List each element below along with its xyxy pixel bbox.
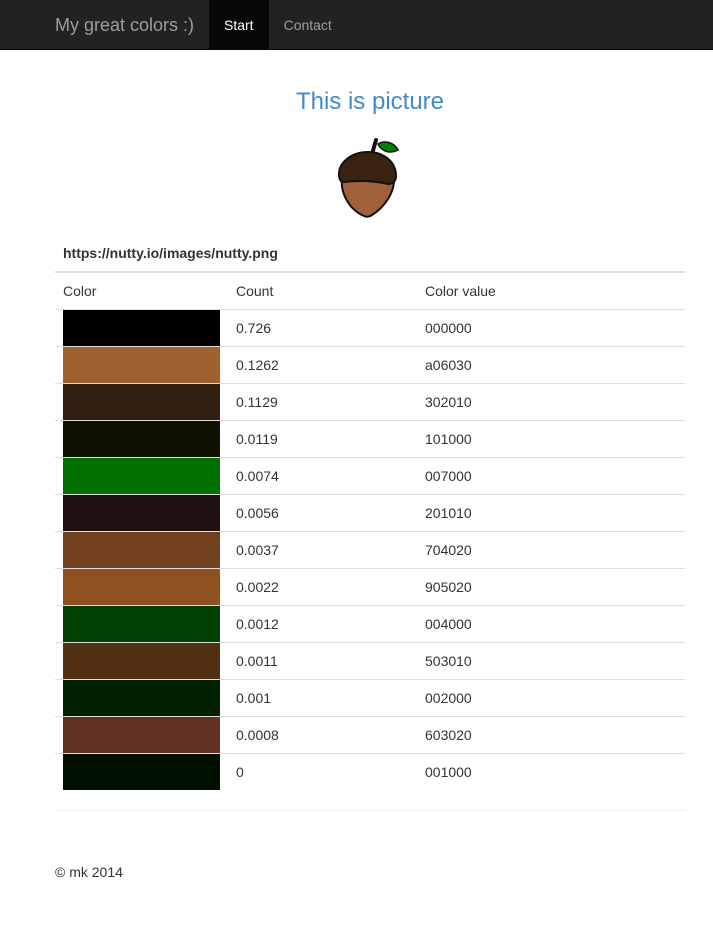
color-cell (55, 309, 228, 347)
color-cell (55, 568, 228, 606)
color-cell (55, 716, 228, 754)
color-swatch (63, 679, 220, 716)
color-swatch (63, 383, 220, 420)
color-cell (55, 420, 228, 458)
table-row: 0.0008 603020 (55, 716, 685, 754)
count-cell: 0.1129 (228, 383, 417, 421)
color-value-cell: 002000 (417, 679, 685, 717)
color-cell (55, 531, 228, 569)
nav-item-contact[interactable]: Contact (269, 0, 347, 50)
color-table-container: https://nutty.io/images/nutty.png Color … (55, 235, 685, 790)
column-header-color: Color (55, 272, 228, 310)
image-url: https://nutty.io/images/nutty.png (55, 235, 685, 273)
count-cell: 0.0119 (228, 420, 417, 458)
table-row: 0.1129 302010 (55, 383, 685, 421)
table-row: 0.0037 704020 (55, 531, 685, 569)
color-swatch (63, 494, 220, 531)
count-cell: 0.0011 (228, 642, 417, 680)
nav-item-start[interactable]: Start (209, 0, 269, 50)
count-cell: 0.0037 (228, 531, 417, 569)
color-value-cell: 603020 (417, 716, 685, 754)
color-value-cell: 004000 (417, 605, 685, 643)
color-swatch (63, 716, 220, 753)
count-cell: 0.726 (228, 309, 417, 347)
count-cell: 0.0022 (228, 568, 417, 606)
table-row: 0 001000 (55, 753, 685, 790)
top-navbar: My great colors :) Start Contact (0, 0, 713, 50)
table-row: 0.0012 004000 (55, 605, 685, 643)
table-row: 0.0074 007000 (55, 457, 685, 495)
color-swatch (63, 457, 220, 494)
color-cell (55, 494, 228, 532)
acorn-icon (337, 138, 400, 218)
acorn-leaf (377, 141, 400, 153)
column-header-count: Count (228, 272, 417, 310)
count-cell: 0.001 (228, 679, 417, 717)
color-value-cell: a06030 (417, 346, 685, 384)
count-cell: 0.0074 (228, 457, 417, 495)
count-cell: 0 (236, 763, 244, 780)
brand-link[interactable]: My great colors :) (55, 0, 194, 50)
footer-text: © mk 2014 (55, 864, 123, 880)
footer-divider (55, 810, 685, 811)
color-cell (55, 605, 228, 643)
color-value-cell: 503010 (417, 642, 685, 680)
count-cell: 0.0056 (228, 494, 417, 532)
color-table: https://nutty.io/images/nutty.png Color … (55, 235, 685, 790)
table-row: 0.0022 905020 (55, 568, 685, 606)
color-swatch (63, 753, 220, 790)
color-value-cell: 704020 (417, 531, 685, 569)
color-swatch (63, 420, 220, 457)
column-header-color-value: Color value (417, 272, 685, 310)
color-swatch (63, 346, 220, 383)
color-value-cell: 101000 (417, 420, 685, 458)
page-title: This is picture (295, 88, 445, 115)
table-row: 0.726 000000 (55, 309, 685, 347)
color-cell (55, 346, 228, 384)
color-table-body: 0.726 000000 0.1262 a06030 0.1129 302010 0.011… (55, 309, 685, 790)
count-cell: 0.0012 (228, 605, 417, 643)
nav-menu: Start Contact (209, 0, 347, 50)
color-cell (55, 457, 228, 495)
count-cell: 0.1262 (228, 346, 417, 384)
color-swatch (63, 605, 220, 642)
table-row: 0.0056 201010 (55, 494, 685, 532)
color-value-cell: 007000 (417, 457, 685, 495)
color-swatch (63, 568, 220, 605)
color-value-cell: 201010 (417, 494, 685, 532)
table-row: 0.1262 a06030 (55, 346, 685, 384)
table-row: 0.0011 503010 (55, 642, 685, 680)
count-cell: 0.0008 (228, 716, 417, 754)
table-row: 0.001 002000 (55, 679, 685, 717)
color-swatch (63, 531, 220, 568)
color-cell (55, 753, 228, 790)
color-cell (55, 383, 228, 421)
color-value-cell: 000000 (417, 309, 685, 347)
color-swatch (63, 642, 220, 679)
table-row: 0.0119 101000 (55, 420, 685, 458)
color-cell (55, 679, 228, 717)
color-cell (55, 642, 228, 680)
color-value-cell: 001000 (425, 763, 472, 780)
acorn-cap (337, 150, 398, 186)
color-value-cell: 302010 (417, 383, 685, 421)
color-swatch (63, 309, 220, 346)
color-value-cell: 905020 (417, 568, 685, 606)
